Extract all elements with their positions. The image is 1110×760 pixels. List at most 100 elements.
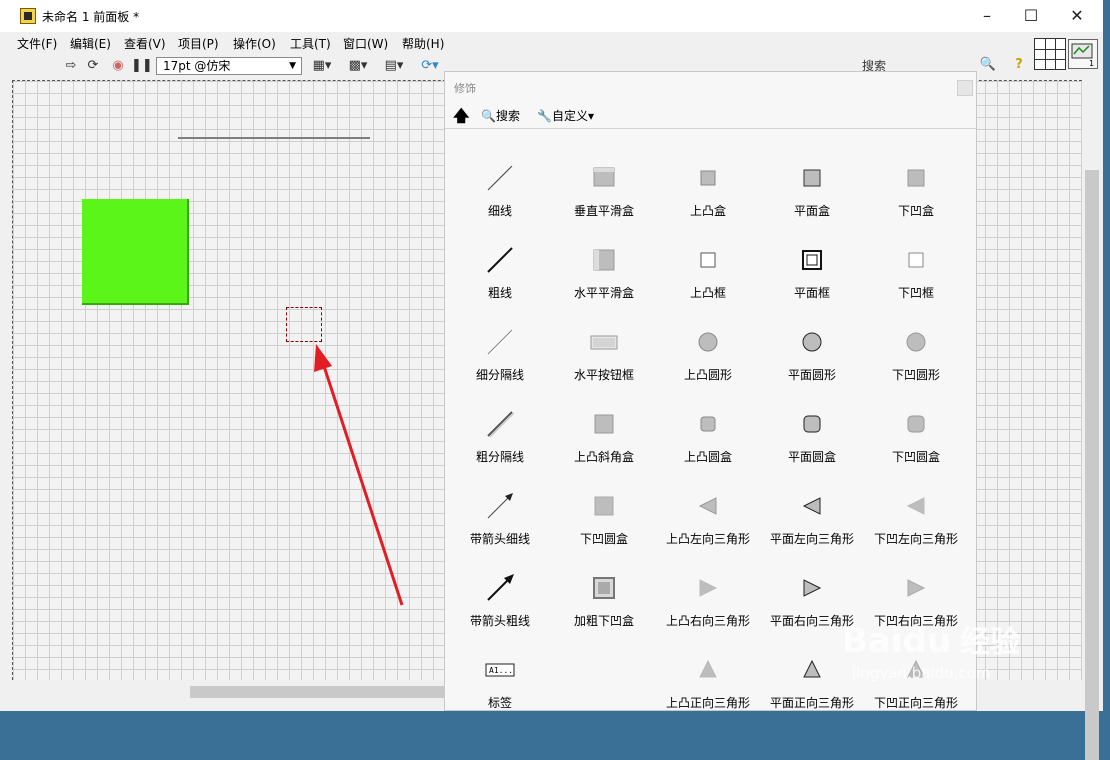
palette-item-label: 上凸圆形 <box>683 368 732 382</box>
palette-item[interactable]: 带箭头粗线 <box>448 566 552 640</box>
palette-item[interactable]: 平面左向三角形 <box>760 484 864 558</box>
palette-item-label: 下凹圆形 <box>891 368 940 382</box>
menu-tools[interactable]: 工具(T) <box>290 35 331 52</box>
flat-circle-icon <box>760 320 864 360</box>
flat-round-box-icon <box>760 402 864 442</box>
flat-frame-icon <box>760 238 864 278</box>
reorder-icon[interactable]: ⟳▾ <box>417 57 443 75</box>
palette-item[interactable]: 加粗下凹盒 <box>552 566 656 640</box>
green-box-decoration[interactable] <box>82 199 189 305</box>
palette-item-label: 带箭头细线 <box>469 532 530 546</box>
menu-file[interactable]: 文件(F) <box>17 35 57 52</box>
menu-window[interactable]: 窗口(W) <box>343 35 388 52</box>
vertical-scrollbar[interactable] <box>1083 80 1103 760</box>
palette-title: 修饰 <box>454 82 476 95</box>
palette-item-label: 上凸右向三角形 <box>665 614 750 628</box>
distribute-objects-icon[interactable]: ▩▾ <box>345 57 371 75</box>
run-continuously-icon[interactable]: ⟳ <box>84 57 102 75</box>
horizontal-button-box-icon <box>552 320 656 360</box>
raised-box-icon <box>656 156 760 196</box>
thin-arrow-line-icon <box>448 484 552 524</box>
watermark-url: jingyan.baidu.com <box>851 664 990 682</box>
run-arrow-icon[interactable]: ⇨ <box>62 57 80 75</box>
baidu-watermark: Baidu 经验 jingyan.baidu.com <box>842 621 1020 682</box>
up-arrow-icon[interactable]: 🡅 <box>453 102 469 130</box>
raised-round-box-icon <box>656 402 760 442</box>
palette-item-label: 上凸盒 <box>689 204 726 218</box>
palette-item-label: 下凹圆盒 <box>891 450 940 464</box>
palette-item-label: 上凸左向三角形 <box>665 532 750 546</box>
menu-project[interactable]: 项目(P) <box>178 35 219 52</box>
recessed-left-triangle-icon <box>864 484 968 524</box>
palette-item[interactable]: 下凹左向三角形 <box>864 484 968 558</box>
palette-item[interactable]: 水平平滑盒 <box>552 238 656 312</box>
palette-item[interactable]: 下凹框 <box>864 238 968 312</box>
font-selector[interactable]: 17pt @仿宋 ▼ <box>156 57 302 75</box>
search-icon[interactable]: 🔍 <box>978 56 998 74</box>
flat-box-icon <box>760 156 864 196</box>
watermark-brand-cn: 经验 <box>960 625 1020 660</box>
palette-item[interactable]: 上凸右向三角形 <box>656 566 760 640</box>
palette-item-label: 水平按钮框 <box>573 368 634 382</box>
palette-item[interactable]: 粗分隔线 <box>448 402 552 476</box>
palette-item[interactable]: 上凸圆形 <box>656 320 760 394</box>
connector-pane-icon[interactable] <box>1034 38 1066 70</box>
palette-item[interactable]: 细线 <box>448 156 552 230</box>
palette-search-button[interactable]: 🔍搜索 <box>481 102 520 130</box>
palette-item[interactable]: 平面圆盒 <box>760 402 864 476</box>
pause-icon[interactable]: ❚❚ <box>131 57 153 75</box>
palette-item[interactable]: 上凸圆盒 <box>656 402 760 476</box>
minimize-icon[interactable]: – <box>964 0 1010 32</box>
search-icon: 🔍 <box>481 109 496 123</box>
palette-item[interactable]: 上凸左向三角形 <box>656 484 760 558</box>
help-icon[interactable]: ? <box>1010 56 1028 74</box>
palette-item[interactable]: 垂直平滑盒 <box>552 156 656 230</box>
palette-item[interactable]: 粗线 <box>448 238 552 312</box>
palette-item[interactable]: 下凹圆盒 <box>552 484 656 558</box>
label-icon: A1... <box>448 648 552 688</box>
palette-item[interactable]: 下凹盒 <box>864 156 968 230</box>
palette-item[interactable]: 细分隔线 <box>448 320 552 394</box>
menu-view[interactable]: 查看(V) <box>124 35 166 52</box>
palette-close-button[interactable] <box>957 80 973 96</box>
palette-item[interactable]: 下凹圆盒 <box>864 402 968 476</box>
align-objects-icon[interactable]: ▦▾ <box>309 57 335 75</box>
palette-item-label: 下凹框 <box>897 286 934 300</box>
menu-bar: 文件(F) 编辑(E) 查看(V) 项目(P) 操作(O) 工具(T) 窗口(W… <box>0 32 1032 52</box>
menu-operate[interactable]: 操作(O) <box>233 35 276 52</box>
palette-item-label: 上凸斜角盒 <box>573 450 634 464</box>
close-icon[interactable]: ✕ <box>1054 0 1100 32</box>
palette-item-label: 平面圆盒 <box>787 450 836 464</box>
palette-item-label: 平面左向三角形 <box>769 532 854 546</box>
recessed-round-box-2-icon <box>552 484 656 524</box>
raised-frame-icon <box>656 238 760 278</box>
palette-item-label: 垂直平滑盒 <box>573 204 634 218</box>
palette-item[interactable]: 水平按钮框 <box>552 320 656 394</box>
palette-item[interactable]: 平面圆形 <box>760 320 864 394</box>
palette-item-label: 上凸正向三角形 <box>665 696 750 710</box>
flat-left-triangle-icon <box>760 484 864 524</box>
palette-customize-label: 自定义▾ <box>551 109 594 123</box>
palette-item[interactable]: 下凹圆形 <box>864 320 968 394</box>
recessed-round-box-icon <box>864 402 968 442</box>
palette-customize-button[interactable]: 🔧自定义▾ <box>537 102 594 130</box>
labview-front-panel-window: 未命名 1 前面板 * – ☐ ✕ 文件(F) 编辑(E) 查看(V) 项目(P… <box>0 0 1103 760</box>
selection-marquee[interactable] <box>286 307 322 342</box>
palette-item[interactable]: 上凸框 <box>656 238 760 312</box>
raised-circle-icon <box>656 320 760 360</box>
menu-help[interactable]: 帮助(H) <box>402 35 444 52</box>
thin-line-decoration[interactable] <box>178 137 370 139</box>
maximize-icon[interactable]: ☐ <box>1008 0 1054 32</box>
vertical-scrollbar-thumb[interactable] <box>1085 170 1099 760</box>
palette-item[interactable]: 平面盒 <box>760 156 864 230</box>
palette-item[interactable]: 上凸盒 <box>656 156 760 230</box>
resize-objects-icon[interactable]: ▤▾ <box>381 57 407 75</box>
palette-item-label: 细分隔线 <box>475 368 524 382</box>
palette-item[interactable]: 带箭头细线 <box>448 484 552 558</box>
palette-item[interactable]: 上凸斜角盒 <box>552 402 656 476</box>
thick-divider-icon <box>448 402 552 442</box>
abort-icon[interactable]: ◉ <box>109 57 127 75</box>
menu-edit[interactable]: 编辑(E) <box>70 35 111 52</box>
vi-icon[interactable]: 1 <box>1068 39 1098 69</box>
palette-item[interactable]: 平面框 <box>760 238 864 312</box>
